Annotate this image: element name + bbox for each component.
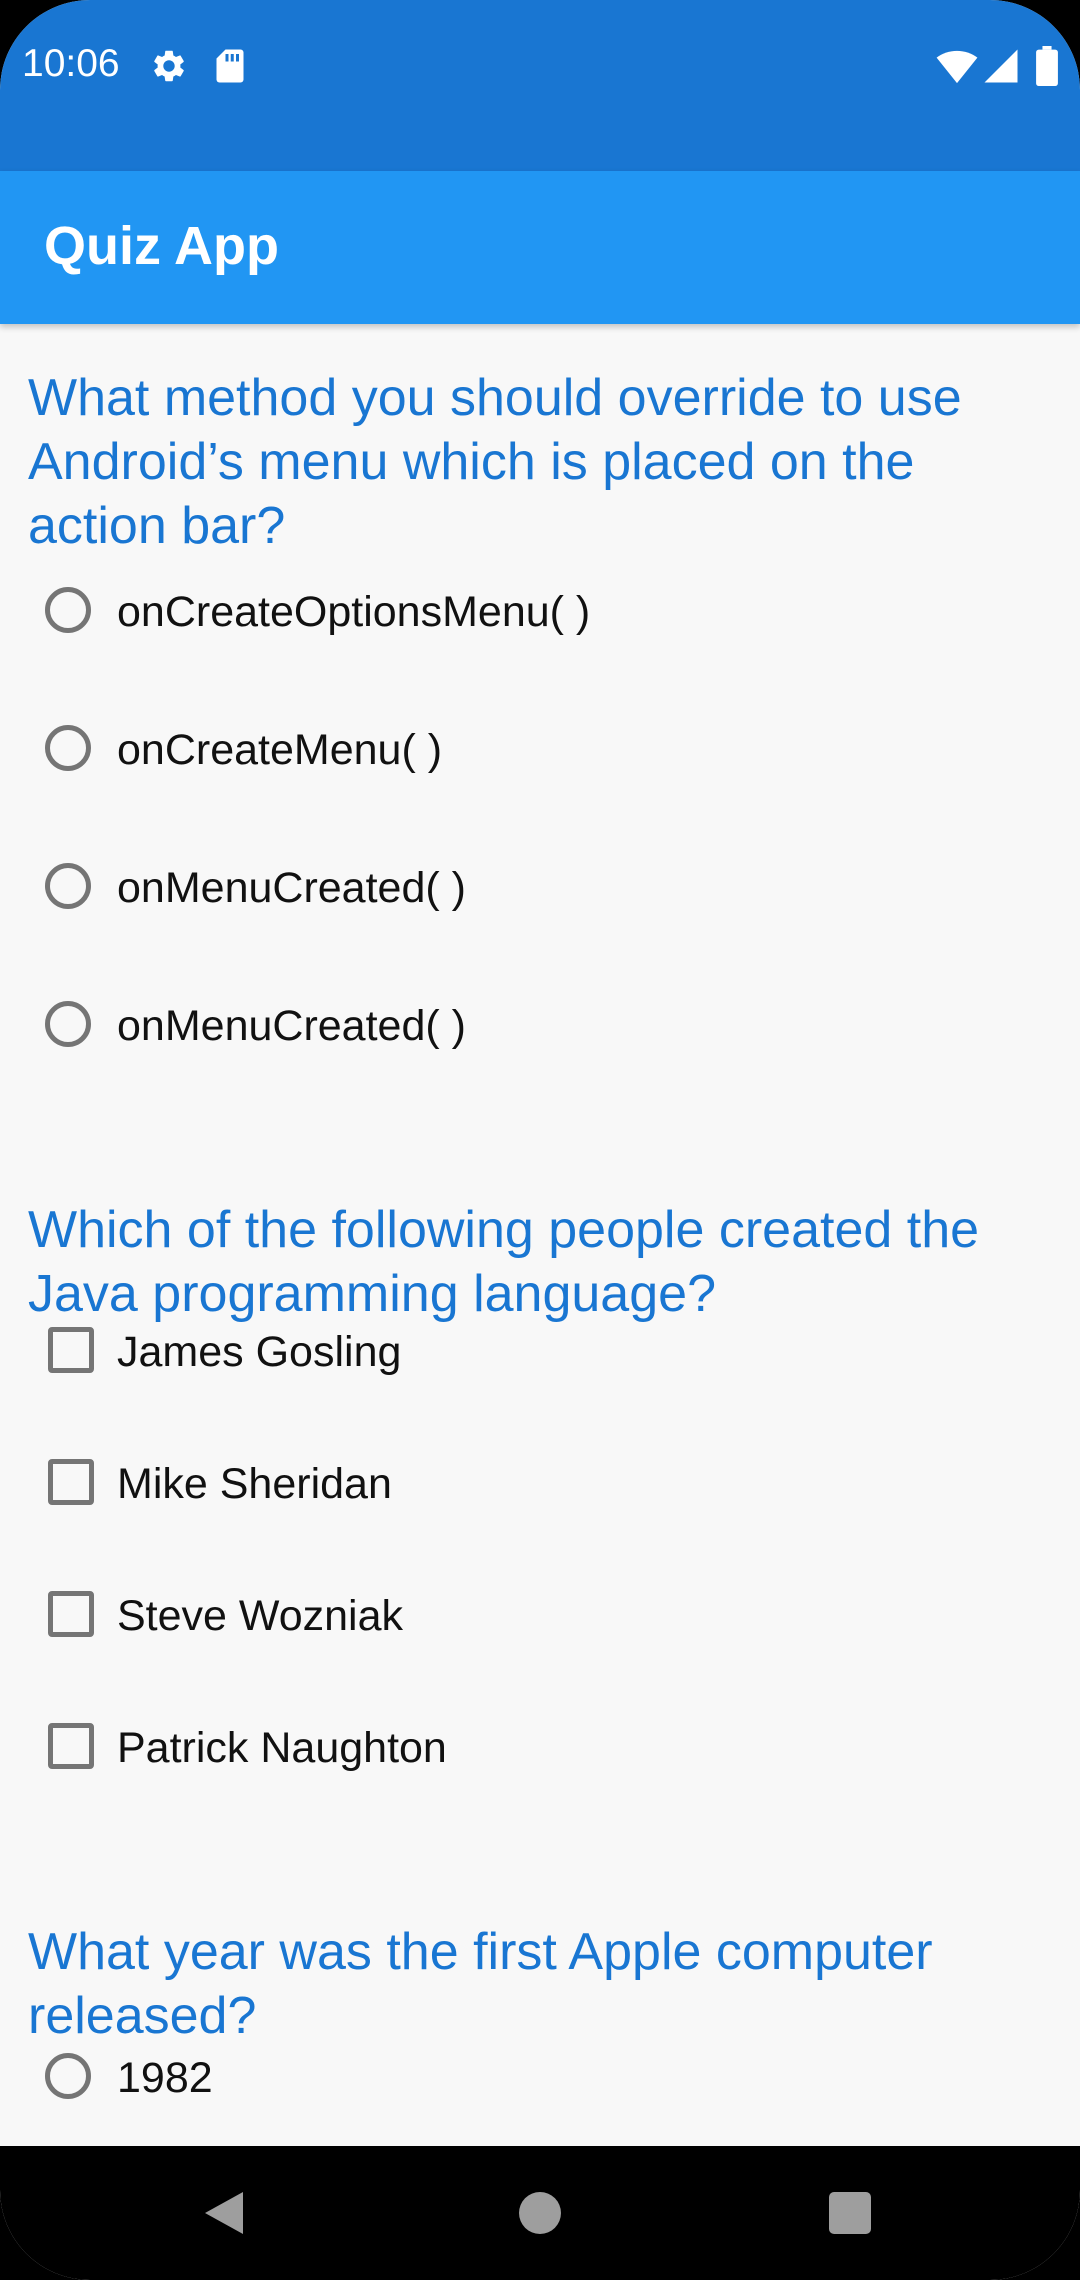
quiz-content[interactable]: What method you should override to use A…	[0, 324, 1080, 2146]
wifi-icon	[936, 50, 978, 84]
home-icon[interactable]	[519, 2192, 561, 2234]
app-title: Quiz App	[44, 216, 279, 276]
option-label: Patrick Naughton	[117, 1724, 447, 1772]
question-3-option-1[interactable]: 1982	[44, 2040, 1024, 2120]
question-1-text: What method you should override to use A…	[28, 369, 962, 555]
radio-button[interactable]	[45, 725, 91, 771]
battery-icon	[1036, 46, 1058, 86]
option-label: onCreateMenu( )	[117, 726, 443, 774]
checkbox[interactable]	[48, 1723, 94, 1769]
option-label: onMenuCreated( )	[117, 1002, 466, 1050]
sd-card-icon	[216, 49, 244, 83]
back-icon[interactable]	[203, 2190, 245, 2236]
question-1-option-4[interactable]: onMenuCreated( )	[44, 988, 1024, 1068]
question-3-text: What year was the first Apple computer r…	[28, 1923, 933, 2045]
option-label: onCreateOptionsMenu( )	[117, 588, 591, 636]
option-label: onMenuCreated( )	[117, 864, 466, 912]
recents-icon[interactable]	[829, 2192, 871, 2234]
radio-button[interactable]	[45, 2053, 91, 2099]
signal-icon	[984, 49, 1018, 83]
checkbox[interactable]	[48, 1459, 94, 1505]
question-2-option-4[interactable]: Patrick Naughton	[44, 1710, 1024, 1790]
radio-button[interactable]	[45, 1001, 91, 1047]
option-label: 1982	[117, 2054, 213, 2102]
status-bar: 10:06	[0, 0, 1080, 171]
app-bar: Quiz App	[0, 171, 1080, 324]
radio-button[interactable]	[45, 587, 91, 633]
option-label: James Gosling	[117, 1328, 402, 1376]
status-time: 10:06	[22, 42, 120, 85]
question-2-option-2[interactable]: Mike Sheridan	[44, 1446, 1024, 1526]
radio-button[interactable]	[45, 863, 91, 909]
phone-screen: 10:06 Quiz App What method you should ov…	[0, 0, 1080, 2280]
question-2-option-1[interactable]: James Gosling	[44, 1314, 1024, 1394]
question-2-option-3[interactable]: Steve Wozniak	[44, 1578, 1024, 1658]
question-1-option-2[interactable]: onCreateMenu( )	[44, 712, 1024, 792]
question-2-text: Which of the following people created th…	[28, 1201, 980, 1323]
checkbox[interactable]	[48, 1327, 94, 1373]
question-1-option-1[interactable]: onCreateOptionsMenu( )	[44, 574, 1024, 654]
option-label: Mike Sheridan	[117, 1460, 392, 1508]
option-label: Steve Wozniak	[117, 1592, 404, 1640]
question-1-option-3[interactable]: onMenuCreated( )	[44, 850, 1024, 930]
settings-icon	[154, 50, 184, 82]
checkbox[interactable]	[48, 1591, 94, 1637]
navigation-bar	[0, 2146, 1080, 2280]
